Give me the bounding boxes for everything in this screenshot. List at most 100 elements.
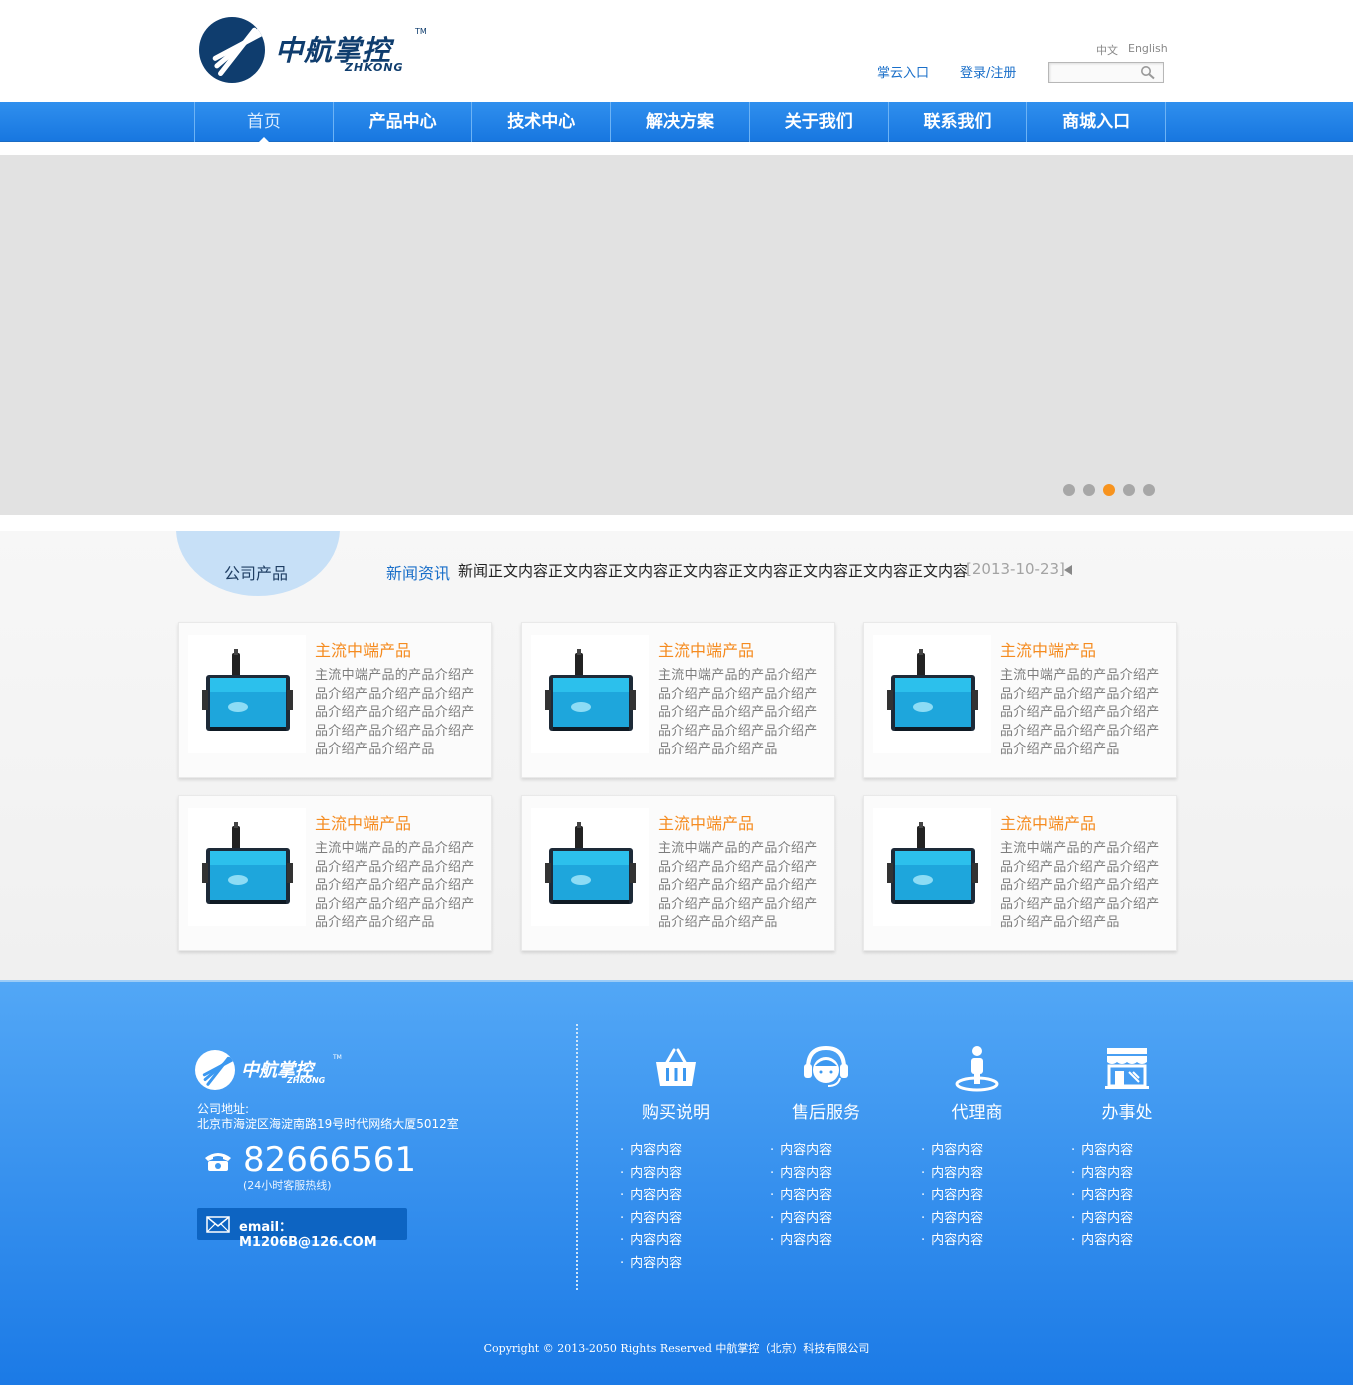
footer-link[interactable]: 内容内容 <box>921 1185 983 1208</box>
footer-link-list: 内容内容内容内容内容内容内容内容内容内容 <box>921 1140 983 1253</box>
product-title[interactable]: 主流中端产品 <box>1000 810 1096 834</box>
product-card[interactable]: 主流中端产品 主流中端产品的产品介绍产品介绍产品介绍产品介绍产品介绍产品介绍产品… <box>178 795 492 951</box>
footer-link[interactable]: 内容内容 <box>620 1185 682 1208</box>
logo[interactable]: 中航掌控 ZHKONG TM <box>199 17 439 85</box>
nav-item-0[interactable]: 首页 <box>195 102 334 143</box>
news-prev-arrow-icon[interactable] <box>1064 565 1072 575</box>
footer-link[interactable]: 内容内容 <box>1071 1230 1133 1253</box>
nav-item-1[interactable]: 产品中心 <box>334 102 473 142</box>
product-card[interactable]: 主流中端产品 主流中端产品的产品介绍产品介绍产品介绍产品介绍产品介绍产品介绍产品… <box>178 622 492 778</box>
footer-divider <box>576 1024 578 1290</box>
basket-icon[interactable] <box>652 1044 700 1092</box>
footer-link-list: 内容内容内容内容内容内容内容内容内容内容 <box>770 1140 832 1253</box>
product-image[interactable] <box>188 635 306 753</box>
footer-link[interactable]: 内容内容 <box>921 1163 983 1186</box>
footer-column-title[interactable]: 办事处 <box>1067 1098 1187 1123</box>
slider-dot-2[interactable] <box>1083 484 1095 496</box>
product-title[interactable]: 主流中端产品 <box>1000 637 1096 661</box>
footer-link[interactable]: 内容内容 <box>620 1253 682 1276</box>
person-pin-icon[interactable] <box>953 1044 1001 1092</box>
main-nav: 首页 产品中心 技术中心 解决方案 关于我们 联系我们 商城入口 <box>0 102 1353 143</box>
product-card[interactable]: 主流中端产品 主流中端产品的产品介绍产品介绍产品介绍产品介绍产品介绍产品介绍产品… <box>521 795 835 951</box>
product-description: 主流中端产品的产品介绍产品介绍产品介绍产品介绍产品介绍产品介绍产品介绍产品介绍产… <box>315 841 475 931</box>
footer-link[interactable]: 内容内容 <box>770 1208 832 1231</box>
login-register-link[interactable]: 登录/注册 <box>960 62 1016 81</box>
nav-bottom-spacer <box>0 143 1353 155</box>
site-footer: 中航掌控 ZHKONG TM 公司地址: 北京市海淀区海淀南路19号时代网络大厦… <box>0 980 1353 1385</box>
site-header: 中航掌控 ZHKONG TM 中文 English 掌云入口 登录/注册 <box>0 0 1353 102</box>
product-title[interactable]: 主流中端产品 <box>315 810 411 834</box>
company-products-tab[interactable]: 公司产品 <box>224 560 288 584</box>
slider-dots <box>1063 484 1155 496</box>
footer-link[interactable]: 内容内容 <box>770 1163 832 1186</box>
slider-dot-5[interactable] <box>1143 484 1155 496</box>
product-description: 主流中端产品的产品介绍产品介绍产品介绍产品介绍产品介绍产品介绍产品介绍产品介绍产… <box>315 668 475 758</box>
footer-link-list: 内容内容内容内容内容内容内容内容内容内容 <box>1071 1140 1133 1253</box>
email-address: email：M1206B@126.COM <box>239 1220 377 1250</box>
logo-subtext: ZHKONG <box>345 61 404 74</box>
footer-link[interactable]: 内容内容 <box>1071 1208 1133 1231</box>
footer-column-title[interactable]: 购买说明 <box>616 1098 736 1123</box>
store-icon[interactable] <box>1103 1044 1151 1092</box>
copyright-text: Copyright © 2013-2050 Rights Reserved 中航… <box>483 1342 870 1355</box>
lang-english-link[interactable]: English <box>1128 42 1168 55</box>
headset-icon[interactable] <box>802 1044 850 1092</box>
telephone-icon <box>205 1153 231 1171</box>
nav-item-3[interactable]: 解决方案 <box>611 102 750 142</box>
logo-mark-icon <box>199 17 265 83</box>
footer-link[interactable]: 内容内容 <box>620 1208 682 1231</box>
search-icon[interactable] <box>1140 65 1156 81</box>
nav-item-2[interactable]: 技术中心 <box>472 102 612 142</box>
product-title[interactable]: 主流中端产品 <box>315 637 411 661</box>
product-image[interactable] <box>873 635 991 753</box>
footer-logo-mark-icon <box>195 1050 235 1090</box>
lang-chinese-link[interactable]: 中文 <box>1096 42 1118 58</box>
address-value: 北京市海淀区海淀南路19号时代网络大厦5012室 <box>197 1117 459 1131</box>
footer-logo-trademark: TM <box>333 1054 342 1061</box>
nav-item-6[interactable]: 商城入口 <box>1027 102 1167 142</box>
nav-item-5[interactable]: 联系我们 <box>889 102 1028 142</box>
product-image[interactable] <box>188 808 306 926</box>
news-date: [2013-10-23] <box>966 560 1065 578</box>
product-title[interactable]: 主流中端产品 <box>658 810 754 834</box>
footer-logo[interactable]: 中航掌控 ZHKONG TM <box>195 1050 345 1094</box>
footer-link[interactable]: 内容内容 <box>770 1230 832 1253</box>
footer-link[interactable]: 内容内容 <box>1071 1140 1133 1163</box>
email-button[interactable]: email：M1206B@126.COM <box>197 1208 407 1250</box>
news-headline[interactable]: 新闻正文内容正文内容正文内容正文内容正文内容正文内容正文内容正文内容 <box>458 560 968 581</box>
product-description: 主流中端产品的产品介绍产品介绍产品介绍产品介绍产品介绍产品介绍产品介绍产品介绍产… <box>658 668 818 758</box>
footer-link[interactable]: 内容内容 <box>620 1163 682 1186</box>
slider-dot-3[interactable] <box>1103 484 1115 496</box>
nav-item-4[interactable]: 关于我们 <box>750 102 889 142</box>
footer-link[interactable]: 内容内容 <box>770 1140 832 1163</box>
slider-dot-4[interactable] <box>1123 484 1135 496</box>
footer-link[interactable]: 内容内容 <box>1071 1185 1133 1208</box>
product-description: 主流中端产品的产品介绍产品介绍产品介绍产品介绍产品介绍产品介绍产品介绍产品介绍产… <box>1000 668 1160 758</box>
hotline-number[interactable]: 82666561 <box>243 1140 416 1180</box>
footer-column-title[interactable]: 代理商 <box>917 1098 1037 1123</box>
product-card[interactable]: 主流中端产品 主流中端产品的产品介绍产品介绍产品介绍产品介绍产品介绍产品介绍产品… <box>863 795 1177 951</box>
footer-link[interactable]: 内容内容 <box>620 1140 682 1163</box>
product-title[interactable]: 主流中端产品 <box>658 637 754 661</box>
news-label[interactable]: 新闻资讯 <box>386 560 450 584</box>
banner-slider <box>0 155 1353 515</box>
footer-link[interactable]: 内容内容 <box>921 1140 983 1163</box>
slider-dot-1[interactable] <box>1063 484 1075 496</box>
cloud-entry-link[interactable]: 掌云入口 <box>877 62 929 81</box>
envelope-icon <box>206 1216 230 1233</box>
product-image[interactable] <box>531 808 649 926</box>
footer-link[interactable]: 内容内容 <box>921 1208 983 1231</box>
logo-trademark: TM <box>415 27 427 36</box>
footer-link[interactable]: 内容内容 <box>620 1230 682 1253</box>
nav-list: 首页 产品中心 技术中心 解决方案 关于我们 联系我们 商城入口 <box>194 102 1167 143</box>
footer-link[interactable]: 内容内容 <box>1071 1163 1133 1186</box>
product-card[interactable]: 主流中端产品 主流中端产品的产品介绍产品介绍产品介绍产品介绍产品介绍产品介绍产品… <box>521 622 835 778</box>
footer-link-list: 内容内容内容内容内容内容内容内容内容内容内容内容 <box>620 1140 682 1276</box>
footer-column-title[interactable]: 售后服务 <box>766 1098 886 1123</box>
footer-logo-subtext: ZHKONG <box>287 1076 326 1085</box>
product-card[interactable]: 主流中端产品 主流中端产品的产品介绍产品介绍产品介绍产品介绍产品介绍产品介绍产品… <box>863 622 1177 778</box>
product-image[interactable] <box>873 808 991 926</box>
footer-link[interactable]: 内容内容 <box>770 1185 832 1208</box>
footer-link[interactable]: 内容内容 <box>921 1230 983 1253</box>
product-image[interactable] <box>531 635 649 753</box>
